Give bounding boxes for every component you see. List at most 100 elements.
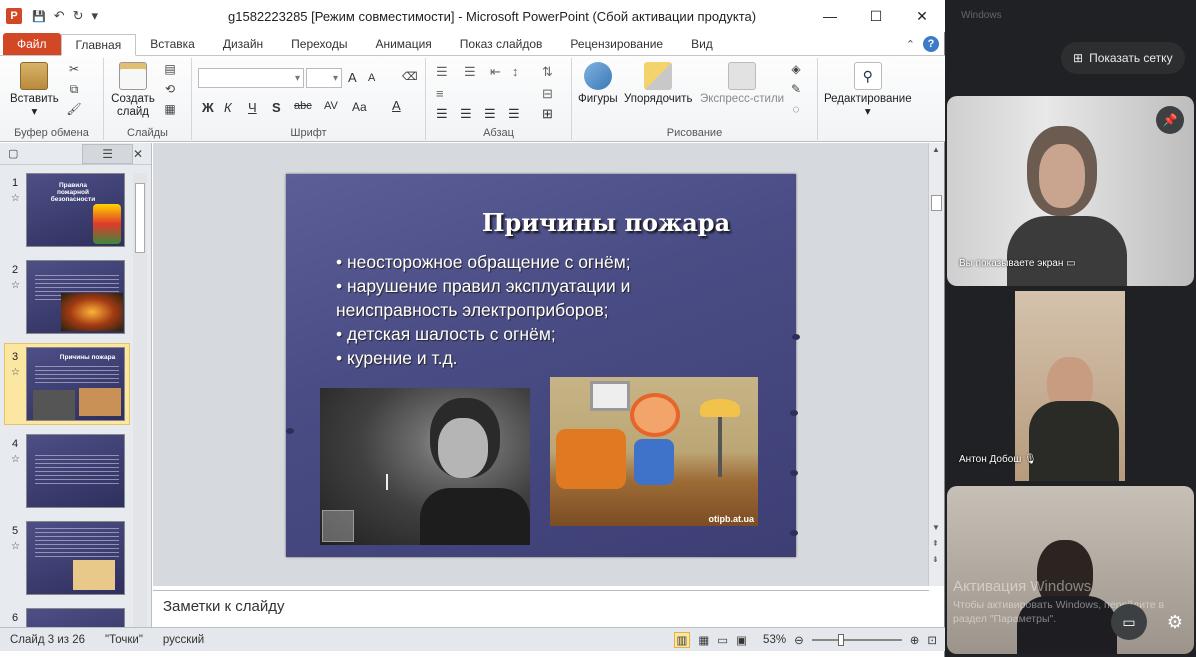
- tab-review[interactable]: Рецензирование: [556, 33, 677, 55]
- undo-icon[interactable]: ↶: [54, 8, 65, 24]
- shapes-button[interactable]: Фигуры: [578, 62, 618, 106]
- participant-name: Антон Добош 🎙: [959, 454, 1037, 465]
- italic-button[interactable]: К: [224, 100, 232, 115]
- format-painter-icon[interactable]: 🖌: [66, 102, 82, 116]
- participant-tile-3[interactable]: Активация Windows Чтобы активировать Win…: [947, 486, 1194, 654]
- bullets-icon[interactable]: ☰: [436, 64, 448, 80]
- slides-scrollbar[interactable]: [133, 173, 147, 627]
- align-right-icon[interactable]: ☰: [484, 106, 496, 122]
- paste-button[interactable]: Вставить ▾: [10, 62, 59, 119]
- theme-name: "Точки": [105, 633, 143, 646]
- presenting-label: Вы показываете экран ▭: [959, 258, 1076, 269]
- outline-icon[interactable]: ✎: [788, 82, 804, 96]
- align-left-2-icon[interactable]: ☰: [436, 106, 448, 122]
- settings-gear-icon[interactable]: ⚙: [1157, 604, 1193, 640]
- slide-bullets[interactable]: • неосторожное обращение с огнём; • нару…: [336, 250, 706, 370]
- activation-watermark-title: Активация Windows: [953, 578, 1092, 595]
- shadow-button[interactable]: S: [272, 100, 281, 115]
- line-spacing-icon[interactable]: ↕: [512, 64, 519, 79]
- indent-icon[interactable]: ⇤: [490, 64, 501, 80]
- fill-icon[interactable]: ◈: [788, 62, 804, 76]
- copy-icon[interactable]: ⧉: [66, 82, 82, 96]
- animation-star-icon: ☆: [11, 280, 20, 291]
- font-color-button[interactable]: A: [392, 98, 401, 113]
- arrange-button[interactable]: Упорядочить: [624, 62, 692, 106]
- save-icon[interactable]: 💾: [32, 10, 46, 23]
- reading-view-icon[interactable]: ▭: [717, 633, 728, 647]
- slide-thumb-2[interactable]: 2 ☆: [4, 260, 128, 340]
- strikethrough-button[interactable]: abc: [294, 100, 312, 112]
- new-slide-button[interactable]: Создать слайд: [110, 62, 156, 119]
- maximize-button[interactable]: ☐: [853, 0, 899, 32]
- cartoon-electric-shock-image[interactable]: otipb.at.ua: [550, 377, 758, 526]
- tab-slideshow[interactable]: Показ слайдов: [446, 33, 557, 55]
- slideshow-view-icon[interactable]: ▣: [736, 633, 747, 647]
- language[interactable]: русский: [153, 634, 214, 646]
- self-video-tile[interactable]: 📌 Вы показываете экран ▭: [947, 96, 1194, 286]
- tab-home[interactable]: Главная: [60, 34, 137, 56]
- collapse-ribbon-icon[interactable]: ⌃: [906, 38, 915, 51]
- redo-icon[interactable]: ↻: [73, 8, 84, 24]
- font-name-combo[interactable]: ▾: [198, 68, 304, 88]
- reset-icon[interactable]: ⟲: [162, 82, 178, 96]
- editor-scrollbar[interactable]: ▲ ▼ ⇞ ⇟: [928, 143, 944, 586]
- fit-slide-icon[interactable]: ⊡: [927, 633, 937, 647]
- layout-icon[interactable]: ▤: [162, 62, 178, 76]
- powerpoint-icon[interactable]: P: [6, 8, 22, 24]
- change-case-button[interactable]: Aa: [352, 100, 367, 114]
- smartart-icon[interactable]: ⊞: [542, 106, 553, 122]
- sorter-view-icon[interactable]: ▦: [698, 633, 709, 647]
- cut-icon[interactable]: ✂: [66, 62, 82, 76]
- spacing-icon[interactable]: AV: [324, 100, 338, 112]
- tab-transitions[interactable]: Переходы: [277, 33, 361, 55]
- slides-tab-icon[interactable]: ▢: [8, 147, 18, 160]
- underline-button[interactable]: Ч: [248, 100, 257, 115]
- zoom-slider[interactable]: [811, 633, 902, 646]
- close-button[interactable]: ✕: [899, 0, 945, 32]
- slide-thumb-5[interactable]: 5 ☆: [4, 521, 128, 601]
- clipboard-group-label: Буфер обмена: [14, 127, 89, 139]
- zoom-out-icon[interactable]: ⊖: [794, 633, 804, 647]
- slide-thumb-3[interactable]: 3 ☆ Причины пожара: [4, 347, 128, 427]
- show-grid-button[interactable]: ⊞ Показать сетку: [1061, 42, 1185, 74]
- participant-tile-anton[interactable]: Антон Добош 🎙: [947, 291, 1194, 481]
- bold-button[interactable]: Ж: [202, 100, 214, 115]
- justify-icon[interactable]: ☰: [508, 106, 520, 122]
- zoom-level[interactable]: 53%: [763, 634, 786, 646]
- grow-font-icon[interactable]: A: [348, 70, 357, 85]
- font-size-combo[interactable]: ▾: [306, 68, 342, 88]
- clear-format-icon[interactable]: ⌫: [402, 70, 418, 83]
- tab-file[interactable]: Файл: [3, 33, 61, 55]
- paragraph-group-label: Абзац: [483, 127, 514, 139]
- shrink-font-icon[interactable]: A: [368, 72, 375, 84]
- section-icon[interactable]: ▦: [162, 102, 178, 116]
- help-icon[interactable]: ?: [923, 36, 939, 52]
- tab-design[interactable]: Дизайн: [209, 33, 277, 55]
- child-with-match-photo[interactable]: [320, 388, 530, 545]
- align-text-icon[interactable]: ⊟: [542, 86, 553, 102]
- effects-icon[interactable]: ◌: [788, 102, 804, 116]
- quick-styles-button[interactable]: Экспресс-стили: [700, 62, 784, 106]
- tab-animation[interactable]: Анимация: [361, 33, 445, 55]
- customize-qat-icon[interactable]: ▾: [92, 8, 99, 24]
- minimize-button[interactable]: —: [807, 0, 853, 32]
- notes-field[interactable]: Заметки к слайду: [153, 590, 929, 627]
- pin-icon[interactable]: 📌: [1156, 106, 1184, 134]
- chat-icon[interactable]: ▭: [1111, 604, 1147, 640]
- align-left-icon[interactable]: ≡: [436, 86, 444, 101]
- tab-insert[interactable]: Вставка: [136, 33, 209, 55]
- outline-tab[interactable]: ☰: [82, 143, 133, 164]
- text-direction-icon[interactable]: ⇅: [542, 64, 553, 80]
- tab-view[interactable]: Вид: [677, 33, 727, 55]
- align-center-icon[interactable]: ☰: [460, 106, 472, 122]
- slide-title[interactable]: Причины пожара: [416, 208, 796, 237]
- slide-thumb-4[interactable]: 4 ☆: [4, 434, 128, 514]
- editing-button[interactable]: ⚲ Редактирование ▾: [824, 62, 912, 119]
- slide-thumb-1[interactable]: 1 ☆ Правила пожарной безопасности: [4, 173, 128, 253]
- slide-thumb-6[interactable]: 6: [4, 608, 128, 627]
- numbering-icon[interactable]: ☰: [464, 64, 476, 80]
- close-pane-icon[interactable]: ✕: [133, 147, 143, 161]
- normal-view-icon[interactable]: ▥: [673, 631, 691, 648]
- current-slide[interactable]: Причины пожара • неосторожное обращение …: [286, 174, 800, 557]
- zoom-in-icon[interactable]: ⊕: [910, 633, 920, 647]
